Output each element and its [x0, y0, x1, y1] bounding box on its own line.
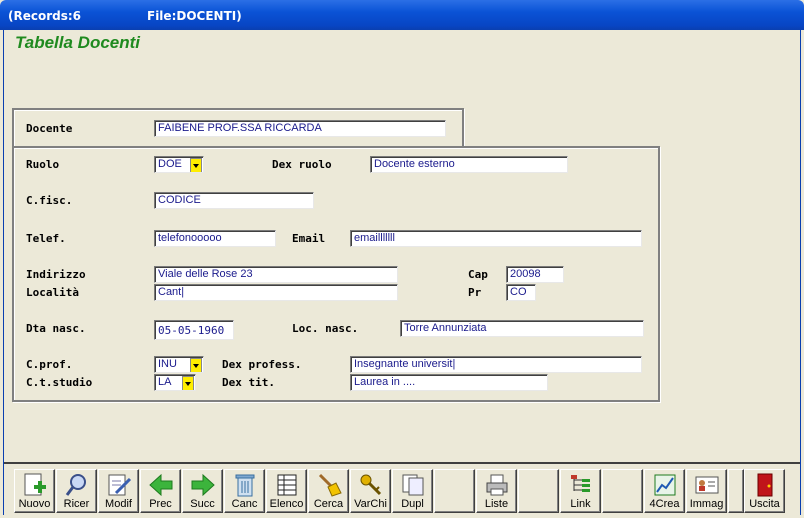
- cerca-button[interactable]: Cerca: [308, 469, 349, 513]
- broom-icon: [318, 473, 342, 497]
- search-icon: [65, 474, 86, 496]
- cap-field[interactable]: 20098: [506, 266, 564, 283]
- ricer-label: Ricer: [63, 498, 90, 510]
- empty-button-1[interactable]: [434, 469, 475, 513]
- dta-nasc-field[interactable]: 05-05-1960: [154, 320, 234, 340]
- docente-label: Docente: [26, 122, 73, 135]
- telef-field[interactable]: telefonooooo: [154, 230, 276, 247]
- modif-button[interactable]: Modif: [98, 469, 139, 513]
- link-label: Link: [570, 498, 591, 510]
- dupl-button[interactable]: Dupl: [392, 469, 433, 513]
- loc-nasc-label: Loc. nasc.: [292, 322, 359, 335]
- empty-button-4[interactable]: [728, 469, 744, 513]
- varchi-button[interactable]: VarChi: [350, 469, 391, 513]
- immag-label: Immag: [689, 498, 724, 510]
- page-title: Tabella Docenti: [15, 33, 141, 52]
- keys-icon: [360, 474, 381, 496]
- elenco-button[interactable]: Elenco: [266, 469, 307, 513]
- empty-button-3[interactable]: [602, 469, 643, 513]
- tree-icon: [570, 475, 590, 492]
- edit-icon: [108, 474, 131, 496]
- modif-label: Modif: [105, 498, 132, 510]
- liste-label: Liste: [484, 498, 509, 510]
- dex-tit-field[interactable]: Laurea in ....: [350, 374, 548, 391]
- toolbar: Nuovo Ricer Modif Prec Succ Canc Elenco …: [4, 462, 800, 514]
- dex-ruolo-label: Dex ruolo: [272, 158, 332, 171]
- ruolo-select[interactable]: DOE: [154, 156, 204, 173]
- dex-profess-label: Dex profess.: [222, 358, 302, 371]
- link-button[interactable]: Link: [560, 469, 601, 513]
- localita-field[interactable]: Cant|: [154, 284, 398, 301]
- file-name: File:DOCENTI): [147, 9, 242, 23]
- immag-button[interactable]: Immag: [686, 469, 727, 513]
- uscita-button[interactable]: Uscita: [744, 469, 785, 513]
- ruolo-value: DOE: [158, 158, 182, 170]
- crea-label: 4Crea: [649, 498, 680, 510]
- door-icon: [757, 473, 772, 497]
- cfisc-field[interactable]: CODICE: [154, 192, 314, 209]
- printer-icon: [486, 474, 507, 496]
- uscita-label: Uscita: [749, 498, 780, 510]
- title-bar: (Records:6 File:DOCENTI): [0, 0, 804, 30]
- telef-label: Telef.: [26, 232, 66, 245]
- new-icon: [24, 473, 46, 496]
- trash-icon: [235, 474, 254, 497]
- localita-label: Località: [26, 286, 79, 299]
- ctstudio-value: LA: [158, 376, 172, 388]
- indirizzo-label: Indirizzo: [26, 268, 86, 281]
- nuovo-label: Nuovo: [18, 498, 51, 510]
- records-count: (Records:6: [8, 9, 82, 23]
- prec-label: Prec: [149, 498, 172, 510]
- empty-button-2[interactable]: [518, 469, 559, 513]
- nuovo-button[interactable]: Nuovo: [14, 469, 55, 513]
- cerca-label: Cerca: [313, 498, 344, 510]
- pr-label: Pr: [468, 286, 482, 299]
- arrow-left-icon: [148, 473, 172, 497]
- dta-nasc-label: Dta nasc.: [26, 322, 86, 335]
- crea-button[interactable]: 4Crea: [644, 469, 685, 513]
- canc-label: Canc: [231, 498, 258, 510]
- id-card-icon: [695, 476, 718, 494]
- copy-icon: [402, 474, 423, 496]
- pr-field[interactable]: CO: [506, 284, 536, 301]
- ruolo-label: Ruolo: [26, 158, 60, 171]
- ctstudio-select[interactable]: LA: [154, 374, 196, 391]
- chevron-down-icon[interactable]: [190, 358, 202, 372]
- loc-nasc-field[interactable]: Torre Annunziata: [400, 320, 644, 337]
- dex-ruolo-field[interactable]: Docente esterno: [370, 156, 568, 173]
- dex-tit-label: Dex tit.: [222, 376, 275, 389]
- prec-button[interactable]: Prec: [140, 469, 181, 513]
- cprof-value: INU: [158, 358, 177, 370]
- succ-label: Succ: [190, 498, 215, 510]
- chevron-down-icon[interactable]: [182, 376, 194, 390]
- list-icon: [277, 474, 296, 496]
- indirizzo-field[interactable]: Viale delle Rose 23: [154, 266, 398, 283]
- ricer-button[interactable]: Ricer: [56, 469, 97, 513]
- liste-button[interactable]: Liste: [476, 469, 517, 513]
- dex-profess-field[interactable]: Insegnante universit|: [350, 356, 642, 373]
- arrow-right-icon: [191, 473, 215, 497]
- dupl-label: Dupl: [401, 498, 424, 510]
- varchi-label: VarChi: [354, 498, 387, 510]
- cap-label: Cap: [468, 268, 488, 281]
- ctstudio-label: C.t.studio: [26, 376, 93, 389]
- chevron-down-icon[interactable]: [190, 158, 202, 172]
- cprof-label: C.prof.: [26, 358, 73, 371]
- cprof-select[interactable]: INU: [154, 356, 204, 373]
- cfisc-label: C.fisc.: [26, 194, 73, 207]
- email-field[interactable]: emailllllll: [350, 230, 642, 247]
- canc-button[interactable]: Canc: [224, 469, 265, 513]
- elenco-label: Elenco: [269, 498, 304, 510]
- email-label: Email: [292, 232, 326, 245]
- chart-icon: [654, 474, 675, 496]
- docente-field[interactable]: FAIBENE PROF.SSA RICCARDA: [154, 120, 446, 137]
- succ-button[interactable]: Succ: [182, 469, 223, 513]
